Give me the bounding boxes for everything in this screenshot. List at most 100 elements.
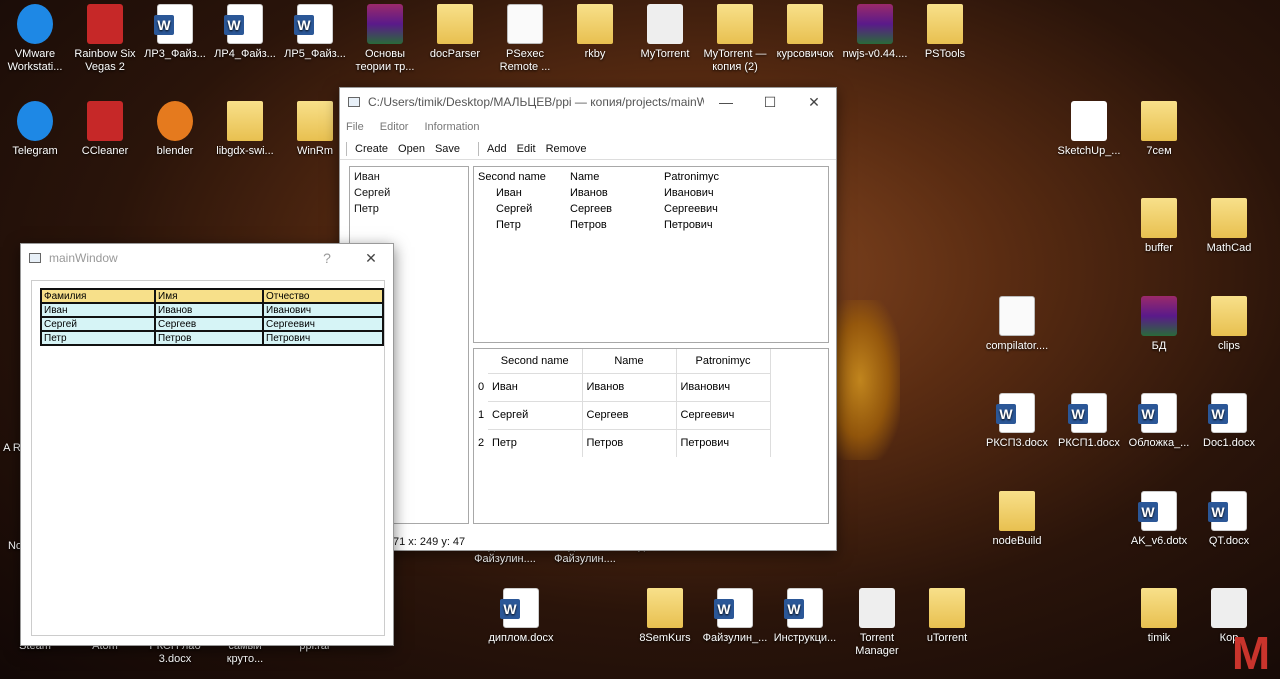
desktop-icon[interactable]: Инструкци... — [770, 588, 840, 645]
desktop-icon[interactable]: VMware Workstati... — [0, 4, 70, 74]
desktop-icon[interactable]: БД — [1124, 296, 1194, 353]
table-cell[interactable]: Сергеевич — [676, 400, 771, 429]
desktop-icon[interactable]: CCleaner — [70, 101, 140, 158]
main-window-titlebar[interactable]: C:/Users/timik/Desktop/МАЛЬЦЕВ/ppi — коп… — [340, 88, 836, 116]
help-button[interactable]: ? — [305, 244, 349, 272]
table-cell[interactable]: Иванов — [582, 372, 677, 401]
desktop-icon[interactable]: libgdx-swi... — [210, 101, 280, 158]
desktop-icon-label: VMware Workstati... — [7, 48, 63, 73]
save-button[interactable]: Save — [435, 143, 460, 155]
desktop-icon[interactable]: Telegram — [0, 101, 70, 158]
desktop-icon-label: РКСП3.docx — [986, 437, 1048, 449]
tree-row[interactable]: Петр Петров Петрович — [474, 217, 828, 233]
desktop-icon[interactable]: docParser — [420, 4, 490, 61]
desktop-icon[interactable]: ЛР5_Файз... — [280, 4, 350, 61]
desktop-icon[interactable]: PSTools — [910, 4, 980, 61]
list-item[interactable]: Иван — [350, 169, 468, 185]
minimize-button[interactable]: — — [704, 88, 748, 116]
tree-view[interactable]: Second name Name Patronimyc Иван Иванов … — [473, 166, 829, 343]
table-cell[interactable]: Иван — [488, 372, 583, 401]
table-view[interactable]: Second name Name Patronimyc 0 Иван Ивано… — [473, 348, 829, 524]
row-header[interactable]: 1 — [474, 401, 488, 429]
folder-icon — [999, 491, 1035, 531]
desktop-icon[interactable]: Torrent Manager — [842, 588, 912, 658]
open-button[interactable]: Open — [398, 143, 425, 155]
table-cell[interactable]: Сергей — [488, 400, 583, 429]
remove-button[interactable]: Remove — [546, 143, 587, 155]
col-header-patronimyc[interactable]: Patronimyc — [676, 349, 771, 373]
list-item[interactable]: Сергей — [350, 185, 468, 201]
menu-file[interactable]: File — [346, 121, 364, 133]
desktop-icon[interactable]: Файзулин_... — [700, 588, 770, 645]
tree-header-patronimyc[interactable]: Patronimyc — [664, 171, 758, 183]
table-row[interactable]: 0 Иван Иванов Иванович — [474, 372, 771, 401]
desktop-icon[interactable]: ЛР4_Файз... — [210, 4, 280, 61]
desktop-icon-label: compilator.... — [985, 340, 1049, 352]
table-cell[interactable]: Петр — [488, 428, 583, 457]
col-header-second-name[interactable]: Second name — [488, 349, 583, 373]
create-button[interactable]: Create — [355, 143, 388, 155]
tree-header-second-name[interactable]: Second name — [478, 171, 570, 183]
desktop-icon[interactable]: ЛР3_Файз... — [140, 4, 210, 61]
app-icon — [157, 101, 193, 141]
word-document-icon — [500, 588, 539, 628]
desktop-icon[interactable]: РКСП3.docx — [982, 393, 1052, 450]
desktop-icon[interactable]: uTorrent — [912, 588, 982, 645]
dialog-close-button[interactable]: ✕ — [349, 244, 393, 272]
tree-header-name[interactable]: Name — [570, 171, 664, 183]
menu-information[interactable]: Information — [424, 121, 479, 133]
table-cell[interactable]: Иванович — [676, 372, 771, 401]
desktop-icon-label: Doc1.docx — [1203, 437, 1255, 449]
desktop-icon[interactable]: MathCad — [1194, 198, 1264, 255]
desktop-icon-label: clips — [1217, 340, 1240, 352]
desktop-icon[interactable]: PSexec Remote ... — [490, 4, 560, 74]
desktop-icon[interactable]: blender — [140, 101, 210, 158]
desktop-icon[interactable]: диплом.docx — [486, 588, 556, 645]
desktop-icon[interactable]: 8SemKurs — [630, 588, 700, 645]
desktop-icon[interactable]: nwjs-v0.44.... — [840, 4, 910, 61]
col-header-name[interactable]: Name — [582, 349, 677, 373]
styled-table: Фамилия Имя Отчество Иван Иванов Иванови… — [40, 288, 384, 346]
table-row[interactable]: 1 Сергей Сергеев Сергеевич — [474, 400, 771, 429]
folder-icon — [929, 588, 965, 628]
tree-row[interactable]: Иван Иванов Иванович — [474, 185, 828, 201]
desktop-icon[interactable]: MyTorrent — копия (2) — [700, 4, 770, 74]
dialog-titlebar[interactable]: mainWindow ? ✕ — [21, 244, 393, 272]
desktop-icon[interactable]: QT.docx — [1194, 491, 1264, 548]
desktop-icon[interactable]: курсовичок — [770, 4, 840, 61]
table-row[interactable]: 2 Петр Петров Петрович — [474, 428, 771, 457]
desktop-icon-label: 8SemKurs — [639, 632, 691, 644]
desktop-icon[interactable]: SketchUp_... — [1054, 101, 1124, 158]
desktop-icon[interactable]: Обложка_... — [1124, 393, 1194, 450]
desktop-icon[interactable]: РКСП1.docx — [1054, 393, 1124, 450]
close-button[interactable]: ✕ — [792, 88, 836, 116]
desktop-icon[interactable]: compilator.... — [982, 296, 1052, 353]
desktop-icon[interactable]: 7сем — [1124, 101, 1194, 158]
styled-cell: Сергеев — [154, 316, 264, 332]
desktop-icon[interactable]: nodeBuild — [982, 491, 1052, 548]
maximize-button[interactable]: ☐ — [748, 88, 792, 116]
table-cell[interactable]: Петров — [582, 428, 677, 457]
tree-cell: Петр — [496, 219, 521, 231]
desktop-icon-label: MyTorrent — копия (2) — [703, 48, 767, 73]
desktop-icon[interactable]: Основы теории тр... — [350, 4, 420, 74]
table-cell[interactable]: Сергеев — [582, 400, 677, 429]
row-header[interactable]: 2 — [474, 429, 488, 457]
desktop-icon[interactable]: timik — [1124, 588, 1194, 645]
desktop-icon[interactable]: AK_v6.dotx — [1124, 491, 1194, 548]
desktop-icon[interactable]: rkby — [560, 4, 630, 61]
main-window-title: C:/Users/timik/Desktop/МАЛЬЦЕВ/ppi — коп… — [368, 95, 704, 109]
list-item[interactable]: Петр — [350, 201, 468, 217]
folder-icon — [1141, 101, 1177, 141]
desktop-icon[interactable]: Doc1.docx — [1194, 393, 1264, 450]
add-button[interactable]: Add — [487, 143, 507, 155]
desktop-icon[interactable]: MyTorrent — [630, 4, 700, 61]
table-cell[interactable]: Петрович — [676, 428, 771, 457]
tree-row[interactable]: Сергей Сергеев Сергеевич — [474, 201, 828, 217]
menu-editor[interactable]: Editor — [380, 121, 409, 133]
edit-button[interactable]: Edit — [517, 143, 536, 155]
row-header[interactable]: 0 — [474, 373, 488, 401]
desktop-icon[interactable]: clips — [1194, 296, 1264, 353]
desktop-icon[interactable]: Rainbow Six Vegas 2 — [70, 4, 140, 74]
desktop-icon[interactable]: buffer — [1124, 198, 1194, 255]
